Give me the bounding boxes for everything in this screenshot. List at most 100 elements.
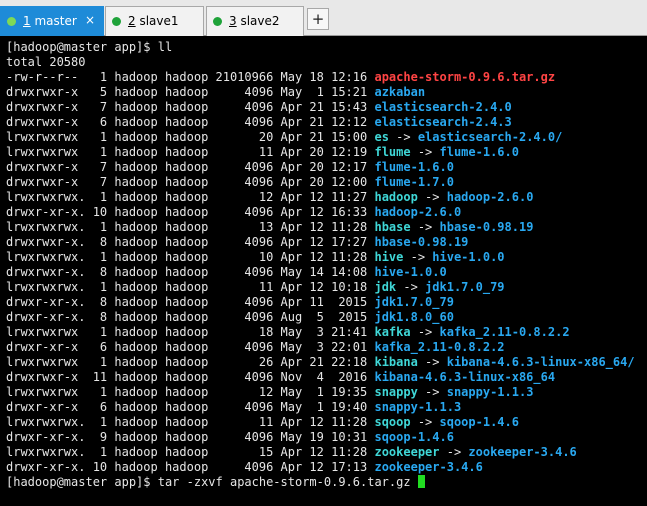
directory-name: jdk1.7.0_79 bbox=[374, 295, 454, 309]
file-meta: lrwxrwxrwx. 1 hadoop hadoop 11 Apr 12 11… bbox=[6, 415, 375, 429]
symlink-target: elasticsearch-2.4.0/ bbox=[417, 130, 563, 144]
file-entry: lrwxrwxrwx. 1 hadoop hadoop 15 Apr 12 11… bbox=[6, 445, 635, 460]
file-entry: drwxr-xr-x. 10 hadoop hadoop 4096 Apr 12… bbox=[6, 205, 635, 220]
symlink-arrow: -> bbox=[396, 280, 426, 294]
file-entry: lrwxrwxrwx 1 hadoop hadoop 12 May 1 19:3… bbox=[6, 385, 635, 400]
cursor bbox=[417, 475, 425, 488]
file-meta: lrwxrwxrwx 1 hadoop hadoop 11 Apr 20 12:… bbox=[6, 145, 375, 159]
file-entry: drwxrwxr-x. 8 hadoop hadoop 4096 Apr 12 … bbox=[6, 235, 635, 250]
symlink-target: kibana-4.6.3-linux-x86_64/ bbox=[446, 355, 635, 369]
file-meta: drwxrwxr-x 7 hadoop hadoop 4096 Apr 20 1… bbox=[6, 160, 375, 174]
symlink-arrow: -> bbox=[410, 145, 440, 159]
file-entry: -rw-r--r-- 1 hadoop hadoop 21010966 May … bbox=[6, 70, 635, 85]
file-meta: drwxrwxr-x 7 hadoop hadoop 4096 Apr 20 1… bbox=[6, 175, 375, 189]
tab-label: 3 slave2 bbox=[229, 14, 280, 28]
file-meta: drwxr-xr-x. 8 hadoop hadoop 4096 Apr 11 … bbox=[6, 295, 375, 309]
file-meta: drwxrwxr-x 5 hadoop hadoop 4096 May 1 15… bbox=[6, 85, 375, 99]
file-entry: drwxr-xr-x. 8 hadoop hadoop 4096 Aug 5 2… bbox=[6, 310, 635, 325]
tab-master[interactable]: 1 master × bbox=[0, 6, 104, 36]
tab-slave2[interactable]: 3 slave2 bbox=[206, 6, 304, 36]
file-entry: drwxrwxr-x 7 hadoop hadoop 4096 Apr 20 1… bbox=[6, 175, 635, 190]
directory-name: azkaban bbox=[374, 85, 426, 99]
file-meta: drwxr-xr-x 6 hadoop hadoop 4096 May 3 22… bbox=[6, 340, 375, 354]
close-icon[interactable]: × bbox=[85, 13, 95, 27]
symlink-arrow: -> bbox=[410, 220, 440, 234]
file-meta: lrwxrwxrwx. 1 hadoop hadoop 15 Apr 12 11… bbox=[6, 445, 375, 459]
symlink-arrow: -> bbox=[388, 130, 418, 144]
symlink-target: hive-1.0.0 bbox=[432, 250, 505, 264]
symlink-name: hive bbox=[374, 250, 404, 264]
file-meta: drwxr-xr-x 6 hadoop hadoop 4096 May 1 19… bbox=[6, 400, 375, 414]
file-entry: drwxrwxr-x. 8 hadoop hadoop 4096 May 14 … bbox=[6, 265, 635, 280]
symlink-arrow: -> bbox=[410, 415, 440, 429]
file-meta: lrwxrwxrwx. 1 hadoop hadoop 13 Apr 12 11… bbox=[6, 220, 375, 234]
file-meta: drwxr-xr-x. 10 hadoop hadoop 4096 Apr 12… bbox=[6, 205, 375, 219]
connection-status-icon bbox=[213, 17, 222, 26]
directory-name: hadoop-2.6.0 bbox=[374, 205, 462, 219]
symlink-target: flume-1.6.0 bbox=[439, 145, 519, 159]
connection-status-icon bbox=[112, 17, 121, 26]
symlink-arrow: -> bbox=[410, 325, 440, 339]
terminal-pane[interactable]: [hadoop@master app]$ ll total 20580 -rw-… bbox=[0, 36, 647, 506]
command-line: [hadoop@master app]$ tar -zxvf apache-st… bbox=[6, 475, 635, 490]
new-tab-button[interactable]: + bbox=[307, 8, 329, 30]
symlink-target: zookeeper-3.4.6 bbox=[468, 445, 577, 459]
file-meta: drwxrwxr-x 7 hadoop hadoop 4096 Apr 21 1… bbox=[6, 100, 375, 114]
symlink-name: es bbox=[374, 130, 389, 144]
file-meta: lrwxrwxrwx 1 hadoop hadoop 20 Apr 21 15:… bbox=[6, 130, 375, 144]
symlink-name: zookeeper bbox=[374, 445, 440, 459]
symlink-target: jdk1.7.0_79 bbox=[425, 280, 505, 294]
file-meta: drwxrwxr-x 11 hadoop hadoop 4096 Nov 4 2… bbox=[6, 370, 375, 384]
file-meta: lrwxrwxrwx 1 hadoop hadoop 18 May 3 21:4… bbox=[6, 325, 375, 339]
tab-label: 1 master bbox=[23, 14, 77, 28]
file-entry: lrwxrwxrwx. 1 hadoop hadoop 10 Apr 12 11… bbox=[6, 250, 635, 265]
tab-slave1[interactable]: 2 slave1 bbox=[105, 6, 204, 36]
file-meta: lrwxrwxrwx. 1 hadoop hadoop 12 Apr 12 11… bbox=[6, 190, 375, 204]
symlink-arrow: -> bbox=[439, 445, 469, 459]
directory-name: flume-1.7.0 bbox=[374, 175, 454, 189]
directory-name: hbase-0.98.19 bbox=[374, 235, 469, 249]
file-entry: lrwxrwxrwx 1 hadoop hadoop 26 Apr 21 22:… bbox=[6, 355, 635, 370]
file-entry: drwxr-xr-x 6 hadoop hadoop 4096 May 3 22… bbox=[6, 340, 635, 355]
directory-name: snappy-1.1.3 bbox=[374, 400, 462, 414]
file-entry: drwxr-xr-x 6 hadoop hadoop 4096 May 1 19… bbox=[6, 400, 635, 415]
directory-name: kafka_2.11-0.8.2.2 bbox=[374, 340, 505, 354]
directory-name: elasticsearch-2.4.0 bbox=[374, 100, 512, 114]
symlink-name: jdk bbox=[374, 280, 397, 294]
symlink-arrow: -> bbox=[417, 355, 447, 369]
file-meta: drwxrwxr-x 6 hadoop hadoop 4096 Apr 21 1… bbox=[6, 115, 375, 129]
symlink-name: hbase bbox=[374, 220, 411, 234]
file-meta: lrwxrwxrwx 1 hadoop hadoop 12 May 1 19:3… bbox=[6, 385, 375, 399]
symlink-arrow: -> bbox=[417, 190, 447, 204]
file-meta: drwxr-xr-x. 8 hadoop hadoop 4096 Aug 5 2… bbox=[6, 310, 375, 324]
tab-label: 2 slave1 bbox=[128, 14, 179, 28]
symlink-name: hadoop bbox=[374, 190, 418, 204]
file-meta: drwxr-xr-x. 10 hadoop hadoop 4096 Apr 12… bbox=[6, 460, 375, 474]
command-line: [hadoop@master app]$ ll bbox=[6, 40, 173, 54]
file-entry: drwxrwxr-x 6 hadoop hadoop 4096 Apr 21 1… bbox=[6, 115, 635, 130]
directory-name: elasticsearch-2.4.3 bbox=[374, 115, 512, 129]
file-entry: drwxr-xr-x. 9 hadoop hadoop 4096 May 19 … bbox=[6, 430, 635, 445]
archive-name: apache-storm-0.9.6.tar.gz bbox=[374, 70, 556, 84]
symlink-name: snappy bbox=[374, 385, 418, 399]
file-entry: lrwxrwxrwx. 1 hadoop hadoop 11 Apr 12 10… bbox=[6, 280, 635, 295]
directory-name: flume-1.6.0 bbox=[374, 160, 454, 174]
file-entry: drwxr-xr-x. 10 hadoop hadoop 4096 Apr 12… bbox=[6, 460, 635, 475]
file-meta: lrwxrwxrwx. 1 hadoop hadoop 11 Apr 12 10… bbox=[6, 280, 375, 294]
file-entry: drwxrwxr-x 7 hadoop hadoop 4096 Apr 20 1… bbox=[6, 160, 635, 175]
directory-name: kibana-4.6.3-linux-x86_64 bbox=[374, 370, 556, 384]
directory-name: jdk1.8.0_60 bbox=[374, 310, 454, 324]
tab-bar: 1 master × 2 slave1 3 slave2 + bbox=[0, 0, 647, 36]
directory-name: hive-1.0.0 bbox=[374, 265, 447, 279]
command-text: [hadoop@master app]$ tar -zxvf apache-st… bbox=[6, 475, 418, 489]
file-entry: lrwxrwxrwx. 1 hadoop hadoop 13 Apr 12 11… bbox=[6, 220, 635, 235]
file-meta: drwxrwxr-x. 8 hadoop hadoop 4096 May 14 … bbox=[6, 265, 375, 279]
file-meta: drwxr-xr-x. 9 hadoop hadoop 4096 May 19 … bbox=[6, 430, 375, 444]
file-entry: drwxrwxr-x 5 hadoop hadoop 4096 May 1 15… bbox=[6, 85, 635, 100]
file-entry: lrwxrwxrwx. 1 hadoop hadoop 12 Apr 12 11… bbox=[6, 190, 635, 205]
file-meta: -rw-r--r-- 1 hadoop hadoop 21010966 May … bbox=[6, 70, 375, 84]
file-meta: lrwxrwxrwx 1 hadoop hadoop 26 Apr 21 22:… bbox=[6, 355, 375, 369]
symlink-name: flume bbox=[374, 145, 411, 159]
symlink-arrow: -> bbox=[403, 250, 433, 264]
symlink-target: sqoop-1.4.6 bbox=[439, 415, 519, 429]
